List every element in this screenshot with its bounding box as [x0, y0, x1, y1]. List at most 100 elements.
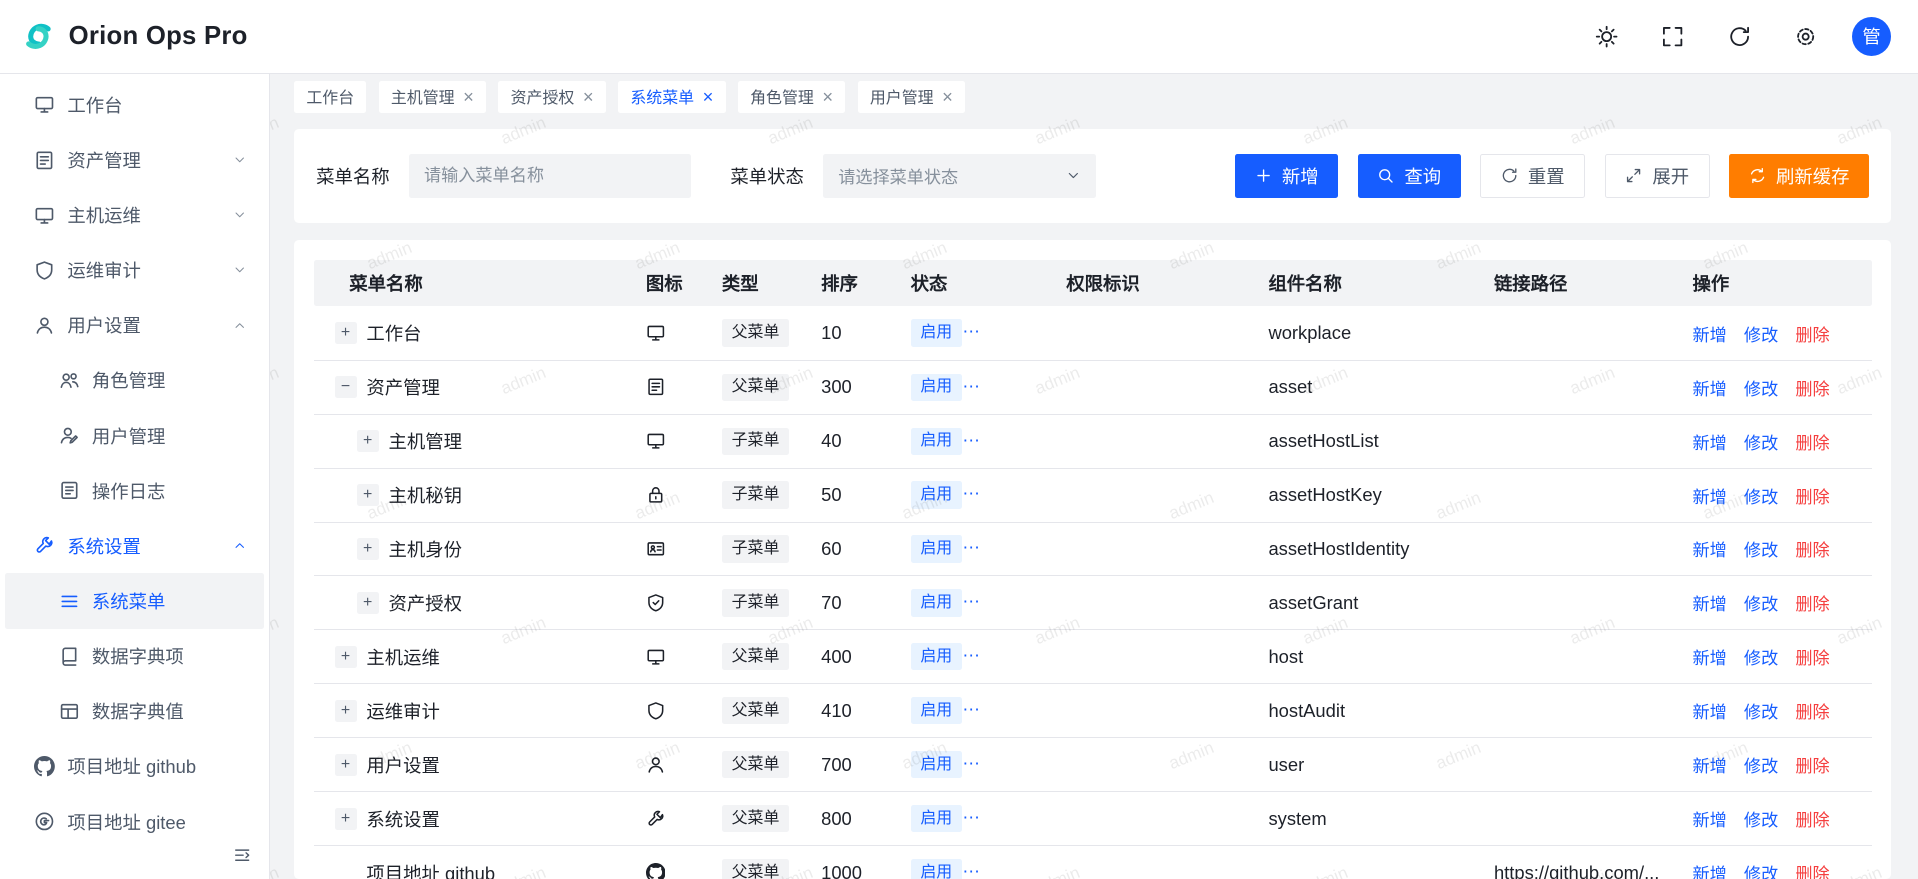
refresh-cache-button[interactable]: 刷新缓存 [1729, 154, 1869, 198]
expand-row-button[interactable]: + [335, 808, 357, 830]
table-row: + 工作台 父菜单 10 启用显示 workplace 新增 修改 删除 [314, 306, 1872, 360]
host-icon [646, 431, 666, 451]
row-edit-link[interactable]: 修改 [1744, 644, 1778, 669]
row-delete-link[interactable]: 删除 [1795, 429, 1829, 454]
sidebar-subitem[interactable]: 系统菜单 [5, 573, 264, 628]
row-edit-link[interactable]: 修改 [1744, 536, 1778, 561]
row-edit-link[interactable]: 修改 [1744, 590, 1778, 615]
row-delete-link[interactable]: 删除 [1795, 321, 1829, 346]
row-delete-link[interactable]: 删除 [1795, 806, 1829, 831]
sidebar-item[interactable]: 主机运维 [5, 187, 264, 242]
row-delete-link[interactable]: 删除 [1795, 483, 1829, 508]
menu-order: 50 [821, 484, 841, 505]
sidebar-collapse-button[interactable] [233, 846, 251, 864]
tab-item[interactable]: 用户管理 × [858, 81, 966, 113]
expand-row-button[interactable]: + [335, 754, 357, 776]
github-icon [646, 863, 666, 879]
expand-all-button[interactable]: 展开 [1605, 154, 1710, 198]
sidebar-subitem[interactable]: 操作日志 [5, 463, 264, 518]
row-edit-link[interactable]: 修改 [1744, 860, 1778, 879]
sidebar-subitem-label: 操作日志 [92, 478, 166, 504]
row-edit-link[interactable]: 修改 [1744, 375, 1778, 400]
fullscreen-button[interactable] [1653, 17, 1692, 56]
row-edit-link[interactable]: 修改 [1744, 483, 1778, 508]
menu-status-select[interactable]: 请选择菜单状态 [823, 154, 1095, 198]
expand-row-button[interactable]: + [357, 538, 379, 560]
settings-button[interactable] [1786, 17, 1825, 56]
row-delete-link[interactable]: 删除 [1795, 590, 1829, 615]
row-add-link[interactable]: 新增 [1692, 698, 1726, 723]
sidebar-subitem[interactable]: 数据字典项 [5, 629, 264, 684]
menu-type-tag: 父菜单 [722, 805, 789, 832]
tab-item[interactable]: 系统菜单 × [618, 81, 726, 113]
row-add-link[interactable]: 新增 [1692, 590, 1726, 615]
row-add-link[interactable]: 新增 [1692, 806, 1726, 831]
row-edit-link[interactable]: 修改 [1744, 321, 1778, 346]
reset-button[interactable]: 重置 [1480, 154, 1585, 198]
row-add-link[interactable]: 新增 [1692, 483, 1726, 508]
row-edit-link[interactable]: 修改 [1744, 429, 1778, 454]
query-button[interactable]: 查询 [1358, 154, 1461, 198]
row-delete-link[interactable]: 删除 [1795, 375, 1829, 400]
row-edit-link[interactable]: 修改 [1744, 752, 1778, 777]
tab-item[interactable]: 工作台 [294, 81, 366, 113]
row-add-link[interactable]: 新增 [1692, 860, 1726, 879]
close-icon[interactable]: × [583, 88, 594, 106]
theme-toggle-button[interactable] [1587, 17, 1626, 56]
close-icon[interactable]: × [703, 88, 714, 106]
expand-row-button[interactable]: + [357, 430, 379, 452]
expand-row-button[interactable]: + [335, 322, 357, 344]
menu-order: 800 [821, 808, 852, 829]
status-enabled-tag: 启用 [911, 589, 962, 616]
collapse-row-button[interactable]: − [335, 376, 357, 398]
add-button[interactable]: 新增 [1235, 154, 1338, 198]
close-icon[interactable]: × [822, 88, 833, 106]
sidebar-item[interactable]: 资产管理 [5, 132, 264, 187]
sidebar-item[interactable]: 用户设置 [5, 298, 264, 353]
row-add-link[interactable]: 新增 [1692, 375, 1726, 400]
sidebar-item[interactable]: 项目地址 github [5, 739, 264, 794]
column-header: 链接路径 [1478, 260, 1677, 307]
row-delete-link[interactable]: 删除 [1795, 536, 1829, 561]
sidebar-item[interactable]: 工作台 [5, 77, 264, 132]
sidebar-item[interactable]: 系统设置 [5, 518, 264, 573]
sidebar-subitem[interactable]: 角色管理 [5, 353, 264, 408]
row-delete-link[interactable]: 删除 [1795, 860, 1829, 879]
user-edit-icon [59, 425, 80, 446]
expand-row-button[interactable]: + [335, 646, 357, 668]
menu-type-tag: 父菜单 [722, 697, 789, 724]
row-delete-link[interactable]: 删除 [1795, 752, 1829, 777]
row-add-link[interactable]: 新增 [1692, 752, 1726, 777]
tab-item[interactable]: 主机管理 × [379, 81, 487, 113]
menu-order: 700 [821, 754, 852, 775]
tab-item[interactable]: 角色管理 × [738, 81, 846, 113]
row-add-link[interactable]: 新增 [1692, 429, 1726, 454]
close-icon[interactable]: × [942, 88, 953, 106]
sidebar-item[interactable]: 运维审计 [5, 243, 264, 298]
close-icon[interactable]: × [463, 88, 474, 106]
user-avatar[interactable]: 管 [1852, 17, 1891, 56]
row-edit-link[interactable]: 修改 [1744, 806, 1778, 831]
menu-order: 60 [821, 538, 841, 559]
sidebar-subitem[interactable]: 用户管理 [5, 408, 264, 463]
sidebar-item[interactable]: 项目地址 gitee [5, 794, 264, 849]
row-add-link[interactable]: 新增 [1692, 644, 1726, 669]
row-add-link[interactable]: 新增 [1692, 321, 1726, 346]
menu-table-card: 菜单名称图标类型排序状态权限标识组件名称链接路径操作 + 工作台 父菜单 10 … [294, 240, 1891, 879]
refresh-button[interactable] [1720, 17, 1759, 56]
app-logo[interactable]: Orion Ops Pro [20, 18, 248, 55]
column-header: 菜单名称 [314, 260, 630, 307]
tab-item[interactable]: 资产授权 × [498, 81, 606, 113]
sidebar-subitem-label: 用户管理 [92, 423, 166, 449]
row-add-link[interactable]: 新增 [1692, 536, 1726, 561]
menu-name-input[interactable] [409, 154, 691, 198]
row-edit-link[interactable]: 修改 [1744, 698, 1778, 723]
expand-row-button[interactable]: + [335, 700, 357, 722]
expand-row-button[interactable]: + [357, 484, 379, 506]
audit-icon [646, 701, 666, 721]
select-arrow [1066, 168, 1081, 183]
expand-row-button[interactable]: + [357, 592, 379, 614]
row-delete-link[interactable]: 删除 [1795, 644, 1829, 669]
row-delete-link[interactable]: 删除 [1795, 698, 1829, 723]
sidebar-subitem[interactable]: 数据字典值 [5, 684, 264, 739]
